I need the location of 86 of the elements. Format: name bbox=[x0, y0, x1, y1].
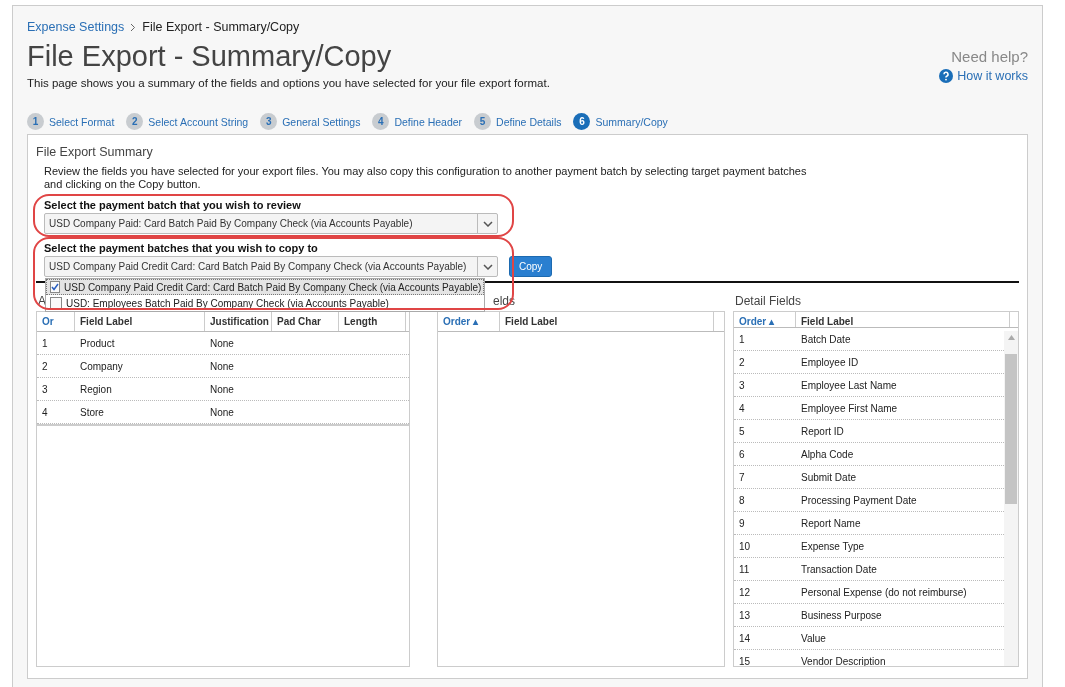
column-header[interactable]: Order ▴ bbox=[438, 312, 500, 331]
wizard-step[interactable]: 5 Define Details bbox=[474, 113, 562, 130]
chevron-right-icon bbox=[130, 22, 137, 32]
table-cell-text: 11 bbox=[737, 563, 751, 575]
table-cell-text: Transaction Date bbox=[799, 563, 878, 575]
copy-button[interactable]: Copy bbox=[509, 256, 553, 277]
batch-select[interactable]: USD Company Paid Credit Card: Card Batch Paid By Company Check (via Accounts Payable) bbox=[44, 256, 498, 277]
table-cell-text: 2 bbox=[737, 356, 746, 368]
table-cell-text: 9 bbox=[737, 517, 746, 529]
scrollbar[interactable] bbox=[1004, 331, 1018, 666]
step-number: 2 bbox=[126, 113, 144, 130]
column-header: Field Label bbox=[500, 312, 714, 331]
table-cell-text: Employee First Name bbox=[799, 402, 899, 414]
table-cell-text: 8 bbox=[737, 494, 746, 506]
wizard-step[interactable]: 6 Summary/Copy bbox=[573, 113, 668, 130]
table-cell-text: Company bbox=[79, 360, 124, 372]
table-cell-text: Batch Date bbox=[799, 333, 852, 345]
dropdown-option[interactable]: USD Company Paid Credit Card: Card Batch Paid By Company Check (via Accounts Payable) bbox=[46, 279, 484, 295]
column-header[interactable]: Or bbox=[37, 312, 75, 331]
table-cell-text: None bbox=[209, 360, 235, 372]
scroll-up-arrow-icon[interactable] bbox=[1007, 335, 1015, 340]
help-link[interactable]: How it works bbox=[939, 69, 1028, 83]
help-icon bbox=[939, 69, 954, 83]
wizard-step[interactable]: 2 Select Account String bbox=[126, 113, 249, 130]
breadcrumb-link[interactable]: Expense Settings bbox=[27, 20, 125, 34]
table-cell-text: 10 bbox=[737, 540, 752, 552]
table-cell-text: None bbox=[209, 406, 235, 418]
chevron-down-icon bbox=[482, 263, 493, 270]
table-cell-text: Business Purpose bbox=[799, 609, 883, 621]
step-number: 5 bbox=[474, 113, 492, 130]
table-cell-text: 3 bbox=[41, 383, 49, 395]
page-description: This page shows you a summary of the fields and options you have selected for your file export format. bbox=[27, 77, 550, 89]
step-number: 6 bbox=[573, 113, 591, 130]
wizard-step[interactable]: 4 Define Header bbox=[372, 113, 463, 130]
table-cell-text: 14 bbox=[737, 632, 752, 644]
table-cell-text: Alpha Code bbox=[799, 448, 855, 460]
panel-title: Detail Fields bbox=[734, 294, 801, 308]
table-cell-text: Store bbox=[79, 406, 105, 418]
table-cell-text: Employee Last Name bbox=[799, 379, 898, 391]
checkbox[interactable] bbox=[50, 297, 62, 309]
column-header: Field Label bbox=[795, 312, 1010, 327]
field-label: Select the payment batches that you wish to copy to bbox=[44, 242, 319, 254]
table-cell-text: 1 bbox=[737, 333, 746, 345]
section-title: File Export Summary bbox=[36, 145, 154, 159]
column-header: Pad Char bbox=[272, 312, 339, 331]
table-cell-text: Report Name bbox=[799, 517, 862, 529]
field-label: Select the payment batch that you wish to review bbox=[44, 199, 302, 211]
table-cell-text: None bbox=[209, 337, 235, 349]
table-cell-text: Value bbox=[799, 632, 827, 644]
table-cell-text: Submit Date bbox=[799, 471, 857, 483]
wizard-step[interactable]: 3 General Settings bbox=[260, 113, 361, 130]
step-number: 3 bbox=[260, 113, 278, 130]
table-cell-text: Product bbox=[79, 337, 116, 349]
table-cell-text: 1 bbox=[41, 337, 49, 349]
table-cell-text: Expense Type bbox=[799, 540, 866, 552]
column-header: Justification bbox=[205, 312, 272, 331]
table-cell-text: 4 bbox=[41, 406, 49, 418]
wizard-step[interactable]: 1 Select Format bbox=[27, 113, 115, 130]
table-cell-text: 5 bbox=[737, 425, 746, 437]
table-cell-text: Personal Expense (do not reimburse) bbox=[799, 586, 968, 598]
help-heading: Need help? bbox=[951, 48, 1028, 65]
column-header: Length bbox=[339, 312, 406, 331]
table-cell-text: 15 bbox=[737, 655, 752, 666]
table-cell-text: None bbox=[209, 383, 235, 395]
checkbox[interactable] bbox=[50, 281, 60, 293]
column-header[interactable]: Order ▴ bbox=[733, 312, 796, 327]
table-cell-text: 7 bbox=[737, 471, 746, 483]
batch-select[interactable]: USD Company Paid: Card Batch Paid By Company Check (via Accounts Payable) bbox=[44, 213, 498, 234]
chevron-down-icon bbox=[482, 220, 493, 227]
column-header: Field Label bbox=[75, 312, 205, 331]
table-cell-text: Processing Payment Date bbox=[799, 494, 918, 506]
table-cell-text: Employee ID bbox=[799, 356, 860, 368]
table-cell-text: 4 bbox=[737, 402, 746, 414]
table-cell-text: 12 bbox=[737, 586, 752, 598]
page-title: File Export - Summary/Copy bbox=[27, 40, 393, 73]
table-cell-text: Report ID bbox=[799, 425, 845, 437]
breadcrumb-current: File Export - Summary/Copy bbox=[142, 20, 300, 34]
table-cell-text: 13 bbox=[737, 609, 752, 621]
table-cell-text: Vendor Description bbox=[799, 655, 887, 666]
table-cell-text: 6 bbox=[737, 448, 746, 460]
table-cell-text: Region bbox=[79, 383, 113, 395]
step-number: 4 bbox=[372, 113, 390, 130]
table-cell-text: 2 bbox=[41, 360, 49, 372]
section-description: Review the fields you have selected for your export files. You may also copy this configuration to another payment batch by selecting target payment batches and clicking on the Copy button. bbox=[44, 165, 808, 191]
table-cell-text: 3 bbox=[737, 379, 746, 391]
step-number: 1 bbox=[27, 113, 44, 130]
